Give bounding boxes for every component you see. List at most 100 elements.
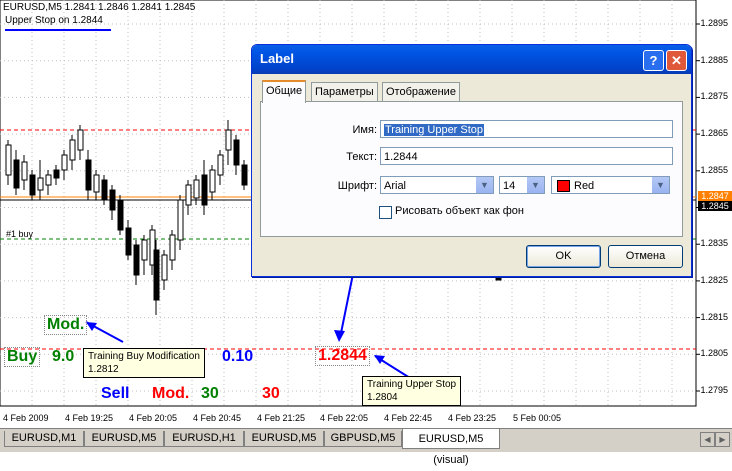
price-tick-label: 1.2805 (700, 348, 728, 359)
price-tick-label: 1.2865 (700, 128, 728, 139)
candle-body (53, 169, 60, 179)
font-label: Шрифт: (337, 180, 377, 192)
candle-body (117, 199, 124, 231)
current-price-marker: 1.2847 (698, 191, 732, 201)
ok-button[interactable]: OK (526, 245, 601, 268)
tab-eurusd-m1[interactable]: EURUSD,M1 (4, 431, 84, 447)
candle-body (69, 139, 76, 161)
lot-value-label[interactable]: 0.10 (222, 348, 253, 366)
candle-body (185, 184, 192, 206)
candle-body (225, 129, 232, 151)
candle-body (37, 177, 44, 191)
candle-body (29, 174, 36, 196)
price-tick-label: 1.2885 (700, 54, 728, 65)
candle-body (109, 189, 116, 211)
tab-gbpusd-m5[interactable]: GBPUSD,M5 (324, 431, 402, 447)
tab-eurusd-h1[interactable]: EURUSD,H1 (164, 431, 244, 447)
dialog-title: Label (260, 51, 294, 66)
chevron-down-icon[interactable]: ▼ (526, 177, 544, 193)
candle-body (21, 161, 28, 181)
font-select[interactable]: Arial ▼ (380, 176, 494, 194)
candle-body (233, 139, 240, 166)
price-tick-label: 1.2835 (700, 238, 728, 249)
candle-body (193, 179, 200, 199)
cancel-button[interactable]: Отмена (608, 245, 683, 268)
size-value: 14 (503, 180, 516, 192)
candle-body (161, 254, 168, 281)
mod-label-green[interactable]: Mod. (44, 315, 88, 335)
time-tick-label: 4 Feb 22:05 (320, 413, 369, 423)
red-30-label[interactable]: 30 (262, 385, 280, 403)
candle-body (101, 179, 108, 201)
candle-body (141, 239, 148, 261)
green-30-label[interactable]: 30 (201, 385, 219, 403)
time-tick-label: 5 Feb 00:05 (513, 413, 562, 423)
price-tick-label: 1.2795 (700, 385, 728, 395)
candle-body (61, 154, 68, 171)
dialog-titlebar[interactable]: Label ? ✕ (252, 45, 691, 74)
time-tick-label: 4 Feb 2009 (3, 413, 49, 423)
background-checkbox-label: Рисовать объект как фон (395, 205, 525, 217)
mod-label-red[interactable]: Mod. (152, 385, 189, 403)
time-tick-label: 4 Feb 19:25 (65, 413, 114, 423)
color-value: Red (574, 180, 595, 192)
tab-display[interactable]: Отображение (382, 82, 460, 101)
price-tick-label: 1.2855 (700, 164, 728, 175)
tooltip-title: Training Upper Stop (367, 379, 457, 390)
arrow-left-icon[interactable]: ◀ (700, 432, 715, 447)
tooltip-title: Training Buy Modification (88, 351, 200, 362)
chart-tabs: EURUSD,M1 EURUSD,M5 EURUSD,H1 EURUSD,M5 GBPU… (0, 428, 732, 466)
candle-body (201, 174, 208, 206)
price-tick-label: 1.2875 (700, 91, 728, 102)
help-button[interactable]: ? (643, 50, 664, 71)
name-value: Training Upper Stop (384, 124, 485, 136)
candle-body (77, 129, 84, 151)
close-button[interactable]: ✕ (666, 50, 687, 71)
text-field[interactable]: 1.2844 (380, 147, 673, 165)
upper-stop-tooltip: Training Upper Stop 1.2804 (362, 376, 462, 406)
candle-body (133, 244, 140, 276)
time-tick-label: 4 Feb 22:45 (384, 413, 433, 423)
candle-body (13, 159, 20, 189)
background-checkbox[interactable] (379, 206, 392, 219)
buy-value-label[interactable]: 9.0 (52, 348, 74, 366)
price-tick-label: 1.2815 (700, 311, 728, 322)
tab-eurusd-m5[interactable]: EURUSD,M5 (84, 431, 164, 447)
candle-body (153, 249, 160, 301)
candle-body (241, 164, 248, 186)
tab-parameters[interactable]: Параметры (311, 82, 378, 101)
name-label: Имя: (352, 124, 377, 136)
upper-stop-label[interactable]: 1.2844 (315, 346, 370, 366)
tab-general[interactable]: Общие (262, 80, 307, 103)
candle-body (169, 234, 176, 261)
buy-line-label: #1 buy (6, 229, 34, 239)
candle-body (85, 159, 92, 191)
time-tick-label: 4 Feb 23:25 (448, 413, 497, 423)
price-tick-label: 1.2895 (700, 18, 728, 28)
chevron-down-icon[interactable]: ▼ (475, 177, 493, 193)
candle-body (45, 174, 52, 186)
tab-eurusd-m5-visual-[interactable]: EURUSD,M5 (visual) (402, 429, 500, 466)
time-tick-label: 4 Feb 20:05 (129, 413, 178, 423)
label-properties-dialog[interactable]: Label ? ✕ Общие Параметры Отображение Им… (251, 44, 692, 277)
label-info: Upper Stop on 1.2844 (5, 15, 103, 26)
time-tick-label: 4 Feb 21:25 (257, 413, 306, 423)
bid-price-marker: 1.2845 (698, 201, 732, 211)
tooltip-value: 1.2804 (367, 392, 398, 403)
text-label: Текст: (346, 151, 377, 163)
chevron-down-icon[interactable]: ▼ (651, 177, 669, 193)
size-select[interactable]: 14 ▼ (499, 176, 545, 194)
tab-eurusd-m5[interactable]: EURUSD,M5 (244, 431, 324, 447)
symbol-info: EURUSD,M5 1.2841 1.2846 1.2841 1.2845 (3, 2, 196, 13)
label-underline (5, 29, 111, 31)
name-field[interactable]: Training Upper Stop (380, 120, 673, 138)
sell-label[interactable]: Sell (101, 385, 129, 403)
font-value: Arial (384, 180, 407, 192)
arrow-right-icon[interactable]: ▶ (715, 432, 730, 447)
color-swatch (557, 180, 570, 192)
buy-label[interactable]: Buy (4, 347, 41, 367)
color-select[interactable]: Red ▼ (551, 176, 670, 194)
candle-body (93, 174, 100, 193)
tab-panel: Имя: Training Upper Stop Текст: 1.2844 Ш… (260, 101, 683, 237)
buy-modification-tooltip: Training Buy Modification 1.2812 (83, 348, 205, 378)
